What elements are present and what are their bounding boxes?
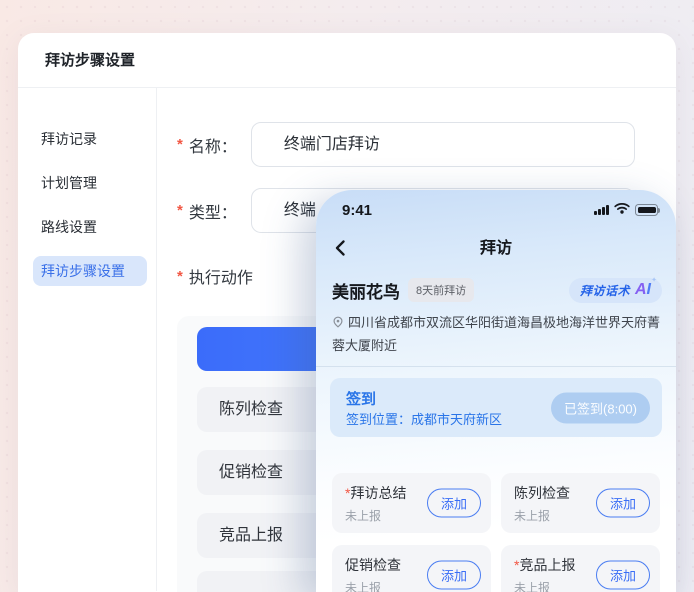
- sidebar-item-route-settings[interactable]: 路线设置: [33, 212, 147, 242]
- store-header-row: 美丽花鸟 8天前拜访 拜访话术 AI✦: [332, 276, 662, 304]
- required-asterisk: *: [177, 202, 183, 219]
- add-button[interactable]: 添加: [596, 489, 650, 518]
- ai-talk-label: 拜访话术: [580, 282, 630, 299]
- add-button[interactable]: 添加: [596, 561, 650, 590]
- task-card-promo-check: 促销检查 未上报 添加: [332, 545, 491, 592]
- sparkle-icon: ✦: [651, 277, 657, 284]
- signal-icon: [594, 205, 609, 215]
- task-title: 促销检查: [345, 555, 401, 575]
- sidebar-item-visit-step-settings[interactable]: 拜访步骤设置: [33, 256, 147, 286]
- ai-logo-icon: AI✦: [635, 282, 651, 298]
- checked-in-button[interactable]: 已签到(8:00): [551, 392, 650, 423]
- actions-label-text: 执行动作: [189, 264, 253, 288]
- task-grid: *拜访总结 未上报 添加 陈列检查 未上报 添加 促销检查 未上报 添加 *竞品…: [332, 473, 660, 592]
- checkin-location-value: 成都市天府新区: [411, 412, 502, 427]
- checkin-title: 签到: [346, 388, 376, 409]
- status-icons: [594, 201, 658, 219]
- task-card-visit-summary: *拜访总结 未上报 添加: [332, 473, 491, 533]
- page-title: 拜访步骤设置: [18, 33, 676, 88]
- name-input[interactable]: 终端门店拜访: [251, 122, 635, 167]
- address-text: 四川省成都市双流区华阳街道海昌极地海洋世界天府菁蓉大厦附近: [332, 315, 660, 353]
- task-card-display-check: 陈列检查 未上报 添加: [501, 473, 660, 533]
- task-card-competitor-report: *竞品上报 未上报 添加: [501, 545, 660, 592]
- task-status: 未上报: [514, 579, 550, 592]
- task-title: 陈列检查: [514, 483, 570, 503]
- battery-icon: [635, 204, 658, 216]
- name-field-row: * 名称： 终端门店拜访: [177, 122, 635, 167]
- section-divider: [316, 366, 676, 367]
- sidebar-item-plan-management[interactable]: 计划管理: [33, 168, 147, 198]
- required-asterisk: *: [177, 268, 183, 285]
- checkin-location-label: 签到位置：: [346, 412, 411, 427]
- page-background: 拜访步骤设置 拜访记录 计划管理 路线设置 拜访步骤设置 * 名称： 终端门店拜…: [0, 0, 694, 592]
- task-status: 未上报: [345, 579, 381, 592]
- last-visit-badge: 8天前拜访: [408, 278, 474, 302]
- phone-nav-bar: 拜访: [316, 236, 676, 262]
- sidebar-item-visit-records[interactable]: 拜访记录: [33, 124, 147, 154]
- actions-section-label: * 执行动作: [177, 264, 253, 288]
- phone-page-title: 拜访: [316, 236, 676, 262]
- checkin-card: 签到 签到位置：成都市天府新区 已签到(8:00): [330, 378, 662, 437]
- location-pin-icon: [332, 313, 344, 335]
- required-asterisk: *: [177, 136, 183, 153]
- sidebar: 拜访记录 计划管理 路线设置 拜访步骤设置: [18, 88, 157, 591]
- phone-statusbar: 9:41: [342, 200, 658, 220]
- wifi-icon: [614, 201, 630, 219]
- store-name: 美丽花鸟: [332, 278, 400, 303]
- add-button[interactable]: 添加: [427, 489, 481, 518]
- checkin-location: 签到位置：成都市天府新区: [346, 409, 502, 428]
- status-time: 9:41: [342, 202, 372, 219]
- task-title: *竞品上报: [514, 555, 575, 575]
- phone-mockup: 9:41: [316, 190, 676, 592]
- task-status: 未上报: [345, 507, 381, 524]
- name-field-label: 名称：: [189, 133, 237, 157]
- task-title: *拜访总结: [345, 483, 406, 503]
- ai-talk-button[interactable]: 拜访话术 AI✦: [569, 278, 662, 303]
- task-status: 未上报: [514, 507, 550, 524]
- store-address: 四川省成都市双流区华阳街道海昌极地海洋世界天府菁蓉大厦附近: [332, 312, 664, 357]
- add-button[interactable]: 添加: [427, 561, 481, 590]
- type-field-label: 类型：: [189, 199, 237, 223]
